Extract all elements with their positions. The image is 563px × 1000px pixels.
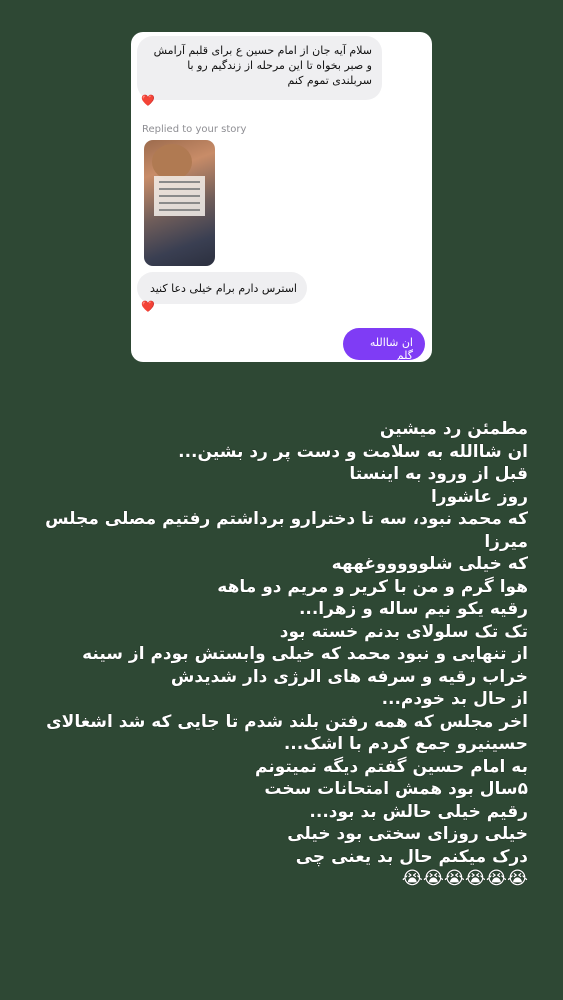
caption-line: که خیلی شلوووووغههه bbox=[331, 554, 528, 574]
caption-line: تک تک سلولای بدنم خسته بود bbox=[279, 621, 528, 642]
caption-line: از تنهایی و نبود محمد که خیلی وابستش بود… bbox=[82, 644, 528, 664]
heart-reaction-icon: ❤️ bbox=[141, 94, 155, 107]
caption-line: روز عاشورا bbox=[430, 486, 528, 507]
caption-line: درک میکنم حال بد یعنی چی bbox=[295, 846, 528, 867]
heart-reaction-icon: ❤️ bbox=[141, 300, 155, 313]
caption-line: رقیه یکو نیم ساله و زهرا... bbox=[298, 599, 528, 619]
caption-line: اخر مجلس که همه رفتن بلند شدم تا جایی که… bbox=[46, 711, 528, 732]
story-photo-person bbox=[152, 144, 192, 180]
caption-line: به امام حسین گفتم دیگه نمیتونم bbox=[255, 756, 528, 777]
caption-line: خیلی روزای سختی بود خیلی bbox=[287, 824, 528, 844]
story-caption: مطمئن رد میشین ان شاالله به سلامت و دست … bbox=[28, 418, 528, 891]
caption-line: ان شاالله به سلامت و دست پر رد بشین... bbox=[178, 441, 528, 462]
story-photo-note bbox=[154, 176, 205, 216]
incoming-message-bubble: سلام آیه جان از امام حسین ع برای قلبم آر… bbox=[137, 36, 382, 100]
caption-line: از حال بد خودم... bbox=[381, 689, 528, 709]
outgoing-message-text: ان شاالله گلم bbox=[369, 336, 413, 362]
incoming-message-bubble: استرس دارم برام خیلی دعا کنید bbox=[137, 272, 307, 304]
crying-emoji-icons: 😭😭😭😭😭😭 bbox=[401, 868, 528, 889]
caption-line: ۵سال بود همش امتحانات سخت bbox=[264, 779, 528, 799]
caption-line: قبل از ورود به اینستا bbox=[349, 464, 528, 484]
caption-line: حسینیرو جمع کردم با اشک... bbox=[283, 734, 528, 754]
caption-line: رقیم خیلی حالش بد بود... bbox=[309, 801, 528, 822]
incoming-message-text: استرس دارم برام خیلی دعا کنید bbox=[149, 282, 297, 295]
caption-line: مطمئن رد میشین bbox=[379, 419, 528, 439]
caption-line: هوا گرم و من با کریر و مریم دو ماهه bbox=[217, 576, 528, 597]
dm-screenshot-card: سلام آیه جان از امام حسین ع برای قلبم آر… bbox=[131, 32, 432, 362]
outgoing-message-bubble: ان شاالله گلم bbox=[343, 328, 425, 362]
caption-line: میرزا bbox=[484, 531, 528, 552]
incoming-message-text: سلام آیه جان از امام حسین ع برای قلبم آر… bbox=[153, 44, 372, 87]
replied-to-story-label: Replied to your story bbox=[142, 124, 247, 135]
caption-line: خراب رقیه و سرفه های الرژی دار شدیدش bbox=[170, 666, 528, 687]
caption-line: که محمد نبود، سه تا دخترارو برداشتم رفتی… bbox=[45, 509, 528, 529]
story-thumbnail[interactable] bbox=[144, 140, 215, 266]
